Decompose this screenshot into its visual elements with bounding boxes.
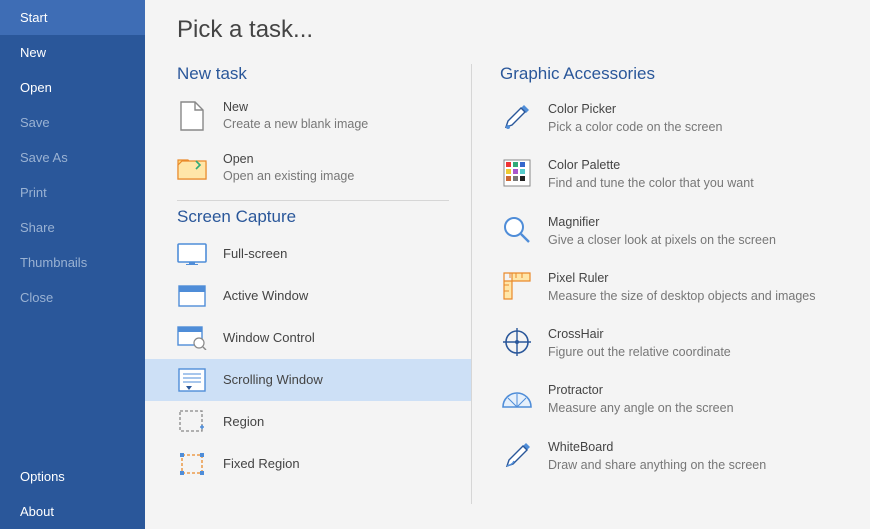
accessory-crosshair[interactable]: CrossHairFigure out the relative coordin… <box>500 315 870 371</box>
sidebar-item-start[interactable]: Start <box>0 0 145 35</box>
task-texts: NewCreate a new blank image <box>223 99 368 133</box>
section-title-accessories: Graphic Accessories <box>500 58 870 90</box>
accessory-texts: MagnifierGive a closer look at pixels on… <box>548 213 776 249</box>
left-column: New task NewCreate a new blank image Open… <box>145 58 471 504</box>
ruler-icon <box>500 269 534 303</box>
accessory-desc: Draw and share anything on the screen <box>548 456 766 474</box>
magnifier-icon <box>500 213 534 247</box>
section-title-new-task: New task <box>145 58 471 90</box>
accessory-desc: Measure any angle on the screen <box>548 399 734 417</box>
accessory-desc: Figure out the relative coordinate <box>548 343 731 361</box>
accessory-title: Pixel Ruler <box>548 269 816 287</box>
sidebar-item-save[interactable]: Save <box>0 105 145 140</box>
accessory-title: WhiteBoard <box>548 438 766 456</box>
sidebar-item-thumbnails[interactable]: Thumbnails <box>0 245 145 280</box>
capture-active-window[interactable]: Active Window <box>145 275 471 317</box>
capture-label: Fixed Region <box>223 456 300 471</box>
sidebar-item-open[interactable]: Open <box>0 70 145 105</box>
accessory-title: Magnifier <box>548 213 776 231</box>
accessory-color-picker[interactable]: Color PickerPick a color code on the scr… <box>500 90 870 146</box>
accessory-texts: ProtractorMeasure any angle on the scree… <box>548 381 734 417</box>
backstage-view: StartNewOpenSaveSave AsPrintShareThumbna… <box>0 0 870 529</box>
page-title: Pick a task... <box>145 10 870 58</box>
crosshair-icon <box>500 325 534 359</box>
accessory-whiteboard[interactable]: WhiteBoardDraw and share anything on the… <box>500 428 870 484</box>
sidebar-item-options[interactable]: Options <box>0 459 145 494</box>
whiteboard-icon <box>500 438 534 472</box>
accessory-desc: Find and tune the color that you want <box>548 174 754 192</box>
capture-label: Region <box>223 414 264 429</box>
capture-fixed-region[interactable]: Fixed Region <box>145 443 471 485</box>
accessory-title: CrossHair <box>548 325 731 343</box>
section-title-screen-capture: Screen Capture <box>145 201 471 233</box>
capture-full-screen[interactable]: Full-screen <box>145 233 471 275</box>
right-column: Graphic Accessories Color PickerPick a c… <box>472 58 870 504</box>
protractor-icon <box>500 381 534 415</box>
capture-label: Window Control <box>223 330 315 345</box>
accessory-texts: CrossHairFigure out the relative coordin… <box>548 325 731 361</box>
picker-icon <box>500 100 534 134</box>
accessory-texts: Pixel RulerMeasure the size of desktop o… <box>548 269 816 305</box>
task-title: Open <box>223 151 354 168</box>
region-icon <box>177 410 207 434</box>
capture-scrolling-window[interactable]: Scrolling Window <box>145 359 471 401</box>
sidebar-item-close[interactable]: Close <box>0 280 145 315</box>
accessory-texts: Color PickerPick a color code on the scr… <box>548 100 722 136</box>
folder-icon <box>177 153 207 183</box>
sidebar-spacer <box>0 315 145 459</box>
scrolling-icon <box>177 368 207 392</box>
sidebar-item-print[interactable]: Print <box>0 175 145 210</box>
accessory-pixel-ruler[interactable]: Pixel RulerMeasure the size of desktop o… <box>500 259 870 315</box>
sidebar-item-new[interactable]: New <box>0 35 145 70</box>
sidebar-item-about[interactable]: About <box>0 494 145 529</box>
sidebar-item-save-as[interactable]: Save As <box>0 140 145 175</box>
capture-label: Full-screen <box>223 246 287 261</box>
capture-label: Active Window <box>223 288 308 303</box>
accessory-protractor[interactable]: ProtractorMeasure any angle on the scree… <box>500 371 870 427</box>
accessory-desc: Measure the size of desktop objects and … <box>548 287 816 305</box>
accessory-title: Color Palette <box>548 156 754 174</box>
accessory-magnifier[interactable]: MagnifierGive a closer look at pixels on… <box>500 203 870 259</box>
task-desc: Open an existing image <box>223 168 354 185</box>
task-desc: Create a new blank image <box>223 116 368 133</box>
task-new[interactable]: NewCreate a new blank image <box>145 90 471 142</box>
fullscreen-icon <box>177 242 207 266</box>
task-texts: OpenOpen an existing image <box>223 151 354 185</box>
accessory-desc: Give a closer look at pixels on the scre… <box>548 231 776 249</box>
palette-icon <box>500 156 534 190</box>
task-open[interactable]: OpenOpen an existing image <box>145 142 471 194</box>
doc-icon <box>177 101 207 131</box>
activewin-icon <box>177 284 207 308</box>
capture-label: Scrolling Window <box>223 372 323 387</box>
capture-region[interactable]: Region <box>145 401 471 443</box>
main-content: Pick a task... New task NewCreate a new … <box>145 0 870 529</box>
accessory-title: Protractor <box>548 381 734 399</box>
accessory-title: Color Picker <box>548 100 722 118</box>
fixedregion-icon <box>177 452 207 476</box>
accessory-color-palette[interactable]: Color PaletteFind and tune the color tha… <box>500 146 870 202</box>
capture-window-control[interactable]: Window Control <box>145 317 471 359</box>
accessory-texts: Color PaletteFind and tune the color tha… <box>548 156 754 192</box>
winctrl-icon <box>177 326 207 350</box>
sidebar: StartNewOpenSaveSave AsPrintShareThumbna… <box>0 0 145 529</box>
sidebar-item-share[interactable]: Share <box>0 210 145 245</box>
accessory-texts: WhiteBoardDraw and share anything on the… <box>548 438 766 474</box>
task-title: New <box>223 99 368 116</box>
accessory-desc: Pick a color code on the screen <box>548 118 722 136</box>
